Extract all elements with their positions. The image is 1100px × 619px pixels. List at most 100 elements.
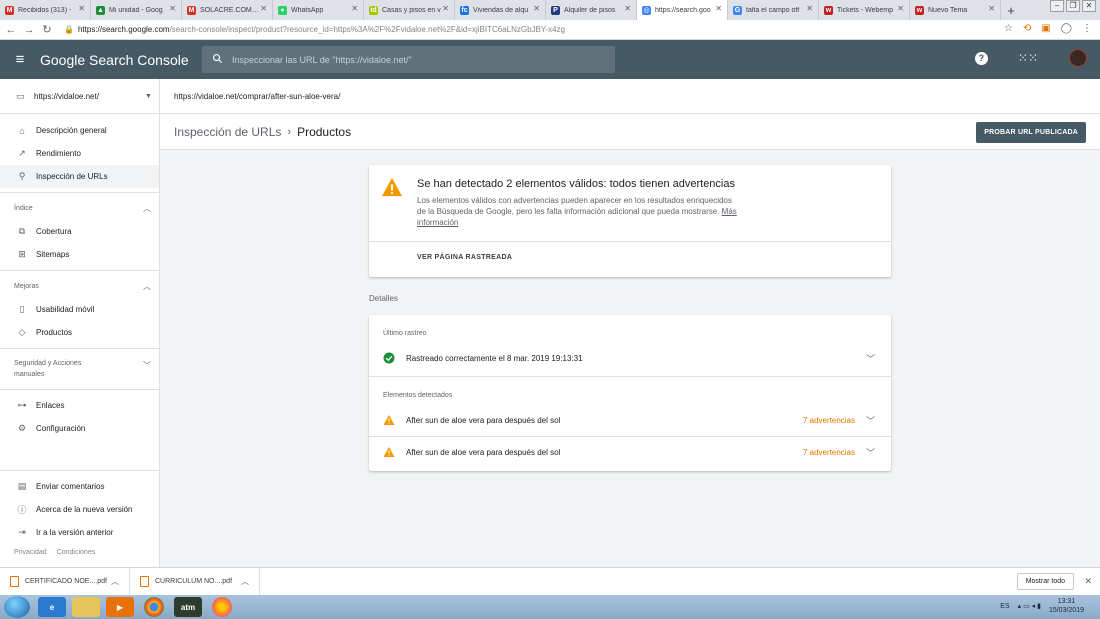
close-icon[interactable]: ✕: [442, 4, 449, 13]
sidebar-item-diamond[interactable]: ◇ Productos: [0, 321, 159, 344]
extension-icon[interactable]: ▣: [1041, 23, 1050, 34]
sidebar-item-label: Acerca de la nueva versión: [36, 505, 133, 514]
extension-icon[interactable]: ⟲: [1023, 23, 1031, 34]
hamburger-menu-icon[interactable]: ≡: [0, 51, 40, 68]
browser-tab[interactable]: P Alquiler de pisos ✕: [546, 0, 637, 20]
view-crawled-page-button[interactable]: VER PÁGINA RASTREADA: [417, 254, 512, 261]
caret-down-icon: ▼: [145, 92, 152, 100]
app-brand[interactable]: Google Search Console: [40, 52, 196, 68]
sidebar-footer: Privacidad Condiciones: [14, 549, 95, 556]
download-item[interactable]: CERTIFICADO NOE....pdf ︿: [0, 567, 130, 596]
close-icon[interactable]: ✕: [351, 4, 358, 13]
sidebar-item-info[interactable]: ⓘ Acerca de la nueva versión: [0, 498, 159, 521]
sidebar-item-links[interactable]: ⊶ Enlaces: [0, 394, 159, 417]
new-tab-button[interactable]: +: [1001, 0, 1021, 20]
chevron-down-icon[interactable]: ﹀: [866, 414, 875, 427]
sidebar-item-search[interactable]: ⚲ Inspección de URLs: [0, 165, 159, 188]
menu-icon[interactable]: ⋮: [1082, 23, 1092, 34]
close-icon[interactable]: ✕: [806, 4, 813, 13]
check-circle-icon: [383, 352, 395, 364]
browser-tab[interactable]: M Recibidos (313) - ✕: [0, 0, 91, 20]
help-icon[interactable]: ?: [974, 51, 988, 65]
browser-tab[interactable]: w Nuevo Tema ✕: [910, 0, 1001, 20]
browser-tab[interactable]: Gfalta el campo off ✕: [728, 0, 819, 20]
firefox-icon[interactable]: [212, 597, 232, 617]
detected-item-row[interactable]: After sun de aloe vera para después del …: [369, 437, 891, 467]
close-icon[interactable]: ✕: [624, 4, 631, 13]
tab-favicon-icon: w: [915, 5, 924, 15]
app-icon[interactable]: atm: [174, 597, 202, 617]
profile-icon[interactable]: ◯: [1061, 23, 1072, 34]
close-icon[interactable]: ✕: [988, 4, 995, 13]
trending-icon: ↗: [18, 148, 26, 158]
section-security[interactable]: Seguridad y Acciones manuales ﹀: [0, 353, 159, 385]
sidebar-item-gear[interactable]: ⚙ Configuración: [0, 417, 159, 440]
browser-tab[interactable]: id Casas y pisos en v ✕: [364, 0, 455, 20]
privacy-link[interactable]: Privacidad: [14, 549, 47, 556]
tab-favicon-icon: w: [824, 5, 833, 15]
browser-tab-strip: M Recibidos (313) - ✕ ▲ Mi unidad - Goog ✕ M SO…: [0, 0, 1100, 20]
info-icon: ⓘ: [17, 505, 27, 515]
test-live-url-button[interactable]: PROBAR URL PUBLICADA: [976, 122, 1086, 143]
apps-grid-icon[interactable]: ⁙⁙: [1018, 51, 1038, 65]
maximize-button[interactable]: ❐: [1066, 0, 1080, 12]
chevron-up-icon[interactable]: ︿: [111, 576, 119, 587]
sidebar-item-home[interactable]: ⌂ Descripción general: [0, 119, 159, 142]
chevron-up-icon[interactable]: ︿: [241, 576, 249, 587]
browser-tab[interactable]: w Tickets - Webemp ✕: [819, 0, 910, 20]
chevron-down-icon[interactable]: ﹀: [866, 352, 875, 365]
chrome-icon[interactable]: [144, 597, 164, 617]
browser-tab[interactable]: ● WhatsApp ✕: [273, 0, 364, 20]
chevron-down-icon[interactable]: ﹀: [866, 446, 875, 459]
section-improve[interactable]: Mejoras ︿: [0, 275, 159, 298]
browser-tab[interactable]: M SOLACRE.COMPRA ✕: [182, 0, 273, 20]
close-icon[interactable]: ✕: [260, 4, 267, 13]
section-index[interactable]: Índice ︿: [0, 197, 159, 220]
ie-icon[interactable]: e: [38, 597, 66, 617]
warning-icon: [383, 415, 395, 425]
close-icon[interactable]: ✕: [533, 4, 540, 13]
back-icon[interactable]: ←: [4, 24, 18, 36]
start-button[interactable]: [4, 596, 30, 618]
language-indicator[interactable]: ES: [1000, 603, 1009, 610]
sidebar-item-label: Inspección de URLs: [36, 172, 108, 181]
sidebar-item-exit[interactable]: ⇥ Ir a la versión anterior: [0, 521, 159, 544]
close-icon[interactable]: ✕: [169, 4, 176, 13]
forward-icon[interactable]: →: [22, 24, 36, 36]
close-icon[interactable]: ✕: [1084, 576, 1092, 587]
search-icon: [202, 53, 232, 67]
sidebar-item-sitemap[interactable]: ⊞ Sitemaps: [0, 243, 159, 266]
property-selector[interactable]: ▭ https://vidaloe.net/ ▼: [0, 79, 159, 114]
avatar[interactable]: [1068, 48, 1088, 68]
tray-icons[interactable]: ▴ ▭ ◂ ▮: [1018, 602, 1041, 610]
sidebar-item-copy[interactable]: ⧉ Cobertura: [0, 220, 159, 243]
breadcrumb: Inspección de URLs › Productos: [174, 125, 351, 139]
breadcrumb-parent[interactable]: Inspección de URLs: [174, 125, 281, 139]
close-icon[interactable]: ✕: [897, 4, 904, 13]
sidebar-item-trending[interactable]: ↗ Rendimiento: [0, 142, 159, 165]
inspect-url-search: [202, 46, 615, 73]
last-crawl-row[interactable]: Rastreado correctamente el 8 mar. 2019 1…: [369, 343, 891, 373]
browser-tab[interactable]: ◎ https://search.goo ✕: [637, 0, 728, 20]
pdf-file-icon: [140, 576, 149, 587]
sitemap-icon: ⊞: [18, 249, 26, 259]
inspect-url-input[interactable]: [232, 54, 602, 65]
close-window-button[interactable]: ✕: [1082, 0, 1096, 12]
detected-item-row[interactable]: After sun de aloe vera para después del …: [369, 405, 891, 435]
sidebar-item-phone[interactable]: ▯ Usabilidad móvil: [0, 298, 159, 321]
folder-icon[interactable]: [72, 597, 100, 617]
minimize-button[interactable]: –: [1050, 0, 1064, 12]
reload-icon[interactable]: ↻: [40, 23, 54, 36]
browser-tab[interactable]: ▲ Mi unidad - Goog ✕: [91, 0, 182, 20]
sidebar-item-feedback[interactable]: ▤ Enviar comentarios: [0, 475, 159, 498]
download-item[interactable]: CURRICULUM NO....pdf ︿: [130, 567, 260, 596]
show-all-downloads-button[interactable]: Mostrar todo: [1016, 573, 1074, 590]
close-icon[interactable]: ✕: [715, 4, 722, 13]
close-icon[interactable]: ✕: [78, 4, 85, 13]
url-field[interactable]: https://search.google.com/search-console…: [78, 25, 565, 34]
media-player-icon[interactable]: ▶: [106, 597, 134, 617]
terms-link[interactable]: Condiciones: [57, 549, 96, 556]
browser-tab[interactable]: fc Viviendas de alqu ✕: [455, 0, 546, 20]
star-icon[interactable]: ☆: [1004, 23, 1013, 34]
clock[interactable]: 13:31 15/03/2019: [1049, 597, 1084, 615]
